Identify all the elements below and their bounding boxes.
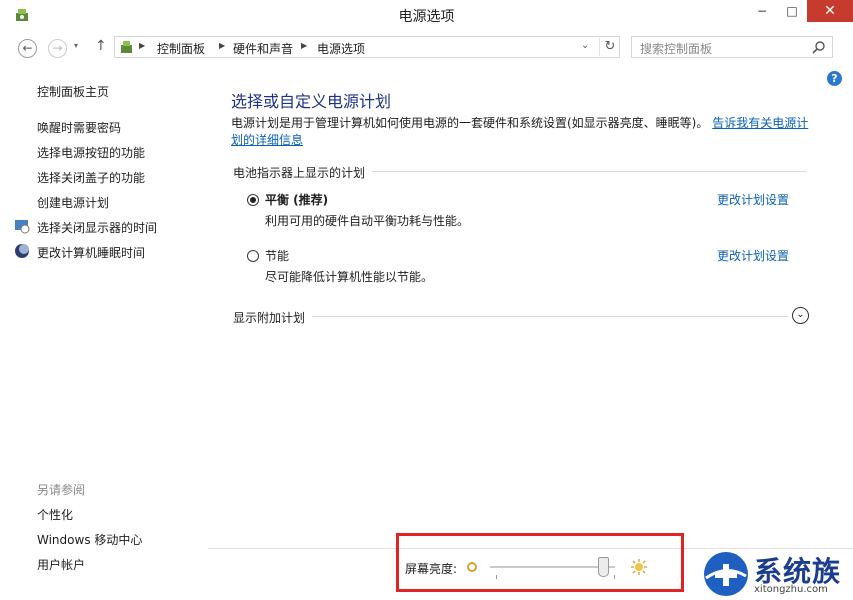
- sidebar-item-sleep-time[interactable]: 更改计算机睡眠时间: [37, 244, 145, 261]
- breadcrumb-power-options[interactable]: 电源选项: [317, 40, 365, 57]
- address-bar[interactable]: ▶ 控制面板 ▶ 硬件和声音 ▶ 电源选项 ⌄ ↻: [114, 36, 620, 58]
- display-timer-icon: [15, 220, 30, 234]
- watermark-url: xitongzhu.com: [754, 584, 828, 595]
- search-box[interactable]: 搜索控制面板: [631, 36, 833, 58]
- plan-power-saver-change-link[interactable]: 更改计划设置: [717, 247, 789, 264]
- see-also-personalization[interactable]: 个性化: [37, 506, 73, 523]
- see-also-heading: 另请参阅: [37, 483, 86, 497]
- back-button[interactable]: ←: [18, 39, 37, 58]
- up-button[interactable]: ↑: [95, 38, 107, 54]
- plan-balanced-change-link[interactable]: 更改计划设置: [717, 191, 789, 208]
- expand-chevron-icon[interactable]: ⌄: [792, 307, 809, 324]
- logo-badge-icon: [704, 552, 748, 596]
- sidebar-item-lid-close[interactable]: 选择关闭盖子的功能: [37, 169, 145, 186]
- see-also-mobility-center[interactable]: Windows 移动中心: [37, 531, 142, 548]
- show-additional-plans[interactable]: 显示附加计划: [233, 309, 305, 326]
- sidebar-item-home[interactable]: 控制面板主页: [37, 83, 109, 100]
- sidebar-item-display-off[interactable]: 选择关闭显示器的时间: [37, 219, 157, 236]
- slider-tick: [496, 575, 497, 579]
- refresh-icon[interactable]: ↻: [599, 38, 620, 56]
- plan-power-saver-desc: 尽可能降低计算机性能以节能。: [265, 270, 434, 284]
- title-bar: 电源选项 − □ ✕: [0, 0, 853, 30]
- search-icon[interactable]: [812, 40, 826, 54]
- window-title: 电源选项: [398, 9, 455, 25]
- plan-balanced-desc: 利用可用的硬件自动平衡功耗与性能。: [265, 214, 470, 228]
- bright-sun-icon: [631, 559, 647, 575]
- help-icon[interactable]: ?: [827, 71, 842, 86]
- watermark-logo: 系统族 xitongzhu.com: [700, 548, 853, 600]
- breadcrumb-separator: ▶: [139, 41, 146, 50]
- brightness-slider-track[interactable]: [490, 566, 615, 568]
- slider-tick: [614, 575, 615, 579]
- plan-power-saver-name[interactable]: 节能: [265, 247, 289, 264]
- plan-description: 电源计划是用于管理计算机如何使用电源的一套硬件和系统设置(如显示器亮度、睡眠等)…: [231, 115, 813, 149]
- sidebar-item-wake-password[interactable]: 唤醒时需要密码: [37, 119, 121, 136]
- plan-balanced-radio[interactable]: [247, 194, 259, 206]
- description-text: 电源计划是用于管理计算机如何使用电源的一套硬件和系统设置(如显示器亮度、睡眠等)…: [231, 116, 709, 130]
- brightness-label: 屏幕亮度:: [405, 562, 458, 576]
- plan-power-saver-radio[interactable]: [247, 250, 259, 262]
- breadcrumb-hardware-sound[interactable]: 硬件和声音: [233, 40, 293, 57]
- see-also-user-accounts[interactable]: 用户帐户: [37, 556, 85, 573]
- breadcrumb-control-panel[interactable]: 控制面板: [157, 40, 205, 57]
- sidebar-item-power-button[interactable]: 选择电源按钮的功能: [37, 144, 145, 161]
- sleep-moon-icon: [15, 244, 29, 258]
- breadcrumb-separator: ▶: [301, 41, 308, 50]
- divider: [372, 171, 806, 172]
- close-button[interactable]: ✕: [807, 0, 853, 22]
- maximize-button[interactable]: □: [777, 0, 807, 22]
- navigation-bar: ← → ▾ ↑ ▶ 控制面板 ▶ 硬件和声音 ▶ 电源选项 ⌄ ↻ 搜索控制面板: [0, 30, 853, 66]
- brightness-slider-thumb[interactable]: [598, 557, 610, 577]
- divider: [312, 316, 788, 317]
- breadcrumb-separator: ▶: [219, 41, 226, 50]
- search-placeholder: 搜索控制面板: [640, 42, 713, 56]
- forward-button[interactable]: →: [48, 39, 67, 58]
- minimize-button[interactable]: −: [747, 0, 777, 22]
- battery-plans-heading: 电池指示器上显示的计划: [233, 166, 366, 180]
- dim-brightness-icon: [467, 562, 477, 572]
- recent-locations-button[interactable]: ▾: [74, 41, 78, 50]
- page-title: 选择或自定义电源计划: [231, 92, 392, 111]
- sidebar-item-create-plan[interactable]: 创建电源计划: [37, 194, 109, 211]
- address-dropdown-icon[interactable]: ⌄: [581, 40, 589, 51]
- control-panel-icon: [121, 41, 132, 53]
- plan-balanced-name[interactable]: 平衡 (推荐): [265, 191, 328, 208]
